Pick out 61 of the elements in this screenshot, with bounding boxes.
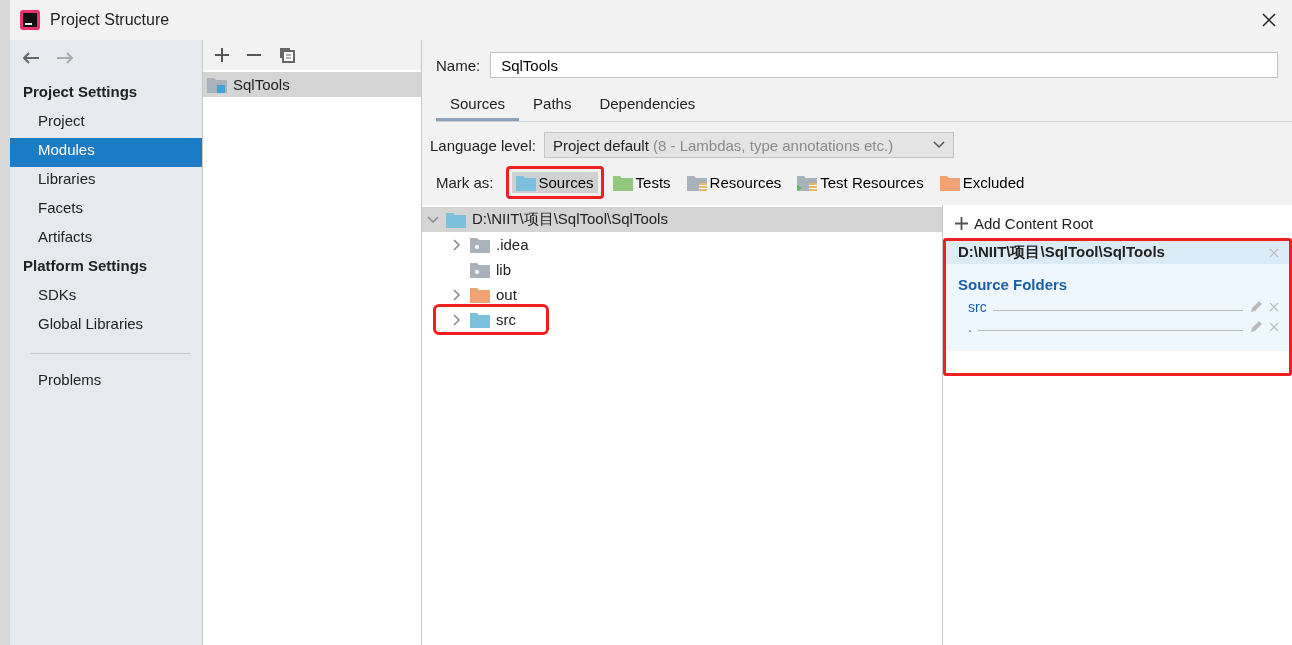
name-label: Name: (436, 56, 481, 74)
chevron-right-icon[interactable] (453, 238, 461, 251)
sidebar-item[interactable]: Artifacts (10, 225, 202, 254)
tab[interactable]: Paths (519, 88, 586, 121)
chevron-right-icon[interactable] (453, 288, 461, 301)
sidebar-item[interactable]: Facets (10, 196, 202, 225)
source-folder-entry: src (968, 299, 987, 315)
folder-icon (470, 236, 490, 253)
folder-icon (939, 174, 960, 191)
copy-icon[interactable] (279, 47, 295, 63)
folder-icon (470, 261, 490, 278)
sidebar-item[interactable]: Problems (10, 368, 202, 397)
section-heading: Platform Settings (22, 256, 149, 276)
folder-icon (797, 174, 818, 191)
name-field[interactable]: SqlTools (490, 52, 1278, 78)
close-icon[interactable] (1262, 13, 1276, 27)
mark-as-button[interactable]: Resources (679, 168, 789, 197)
chevron-right-icon[interactable] (453, 313, 461, 326)
module-folder-icon (207, 76, 227, 93)
mark-as-button[interactable]: Excluded (932, 168, 1032, 197)
tab[interactable]: Sources (436, 88, 520, 121)
sidebar-item[interactable]: Global Libraries (10, 312, 202, 341)
add-content-root-button[interactable]: Add Content Root (943, 213, 1292, 234)
app-logo-icon (20, 10, 40, 30)
sidebar-item[interactable]: Libraries (10, 167, 202, 196)
tree-row[interactable]: lib (422, 257, 511, 282)
language-level-dropdown[interactable]: Project default (8 - Lambdas, type annotations etc.) (543, 132, 954, 158)
window-title: Project Structure (50, 11, 170, 29)
folder-icon (686, 174, 707, 191)
chevron-down-icon[interactable] (427, 215, 439, 224)
section-title: Source Folders (957, 275, 1069, 295)
section-heading: Project Settings (22, 82, 139, 102)
folder-icon (446, 211, 466, 228)
folder-icon (470, 286, 490, 303)
sidebar-item[interactable]: Modules (10, 138, 202, 167)
pencil-icon[interactable] (1249, 320, 1263, 334)
language-level-label: Language level: (430, 136, 536, 154)
back-arrow-icon[interactable] (22, 52, 40, 64)
tab[interactable]: Dependencies (585, 88, 710, 121)
mark-as-label: Mark as: (436, 174, 494, 191)
folder-icon (470, 311, 490, 328)
add-icon (955, 217, 968, 230)
module-item[interactable]: SqlTools (203, 72, 421, 97)
sidebar-item[interactable]: Project (10, 109, 202, 138)
folder-icon (612, 174, 633, 191)
content-root-path: D:\NIIT\项目\SqlTool\SqlTools (958, 243, 1165, 262)
folder-icon (515, 174, 536, 191)
tree-row[interactable]: D:\NIIT\项目\SqlTool\SqlTools (422, 207, 942, 232)
forward-arrow-icon[interactable] (56, 52, 74, 64)
tree-row[interactable]: src (436, 307, 546, 332)
sidebar-item[interactable]: SDKs (10, 283, 202, 312)
mark-as-button[interactable]: Sources (505, 166, 604, 199)
source-folder-entry: . (968, 319, 972, 335)
add-icon[interactable] (215, 48, 229, 62)
module-name: SqlTools (233, 76, 290, 93)
mark-as-button[interactable]: Test Resources (790, 168, 931, 197)
tree-row[interactable]: out (422, 282, 517, 307)
mark-as-button[interactable]: Tests (605, 168, 678, 197)
tree-row[interactable]: .idea (422, 232, 529, 257)
pencil-icon[interactable] (1249, 300, 1263, 314)
dropdown-caret-icon (932, 141, 945, 149)
